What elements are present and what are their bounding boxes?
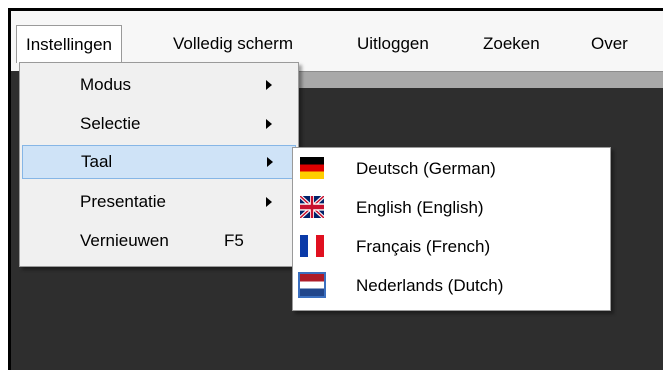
- dropdown-item-label: Modus: [80, 75, 132, 94]
- uk-flag-icon: [300, 196, 324, 218]
- menu-uitloggen[interactable]: Uitloggen: [348, 25, 438, 63]
- dropdown-item-selectie[interactable]: Selectie: [22, 107, 296, 141]
- submenu-arrow-icon: [266, 80, 272, 90]
- menu-zoeken[interactable]: Zoeken: [474, 25, 549, 63]
- language-item-french[interactable]: Français (French): [293, 228, 610, 266]
- dutch-flag-icon: [298, 272, 326, 298]
- dropdown-item-presentatie[interactable]: Presentatie: [22, 185, 296, 219]
- dropdown-item-label: Taal: [81, 152, 113, 171]
- settings-dropdown: Modus Selectie Taal Presentatie Vernieuw…: [19, 62, 299, 267]
- dropdown-item-modus[interactable]: Modus: [22, 68, 296, 102]
- language-label: Nederlands (Dutch): [356, 276, 504, 295]
- dropdown-item-label: Selectie: [80, 114, 141, 133]
- language-item-english[interactable]: English (English): [293, 189, 610, 227]
- dropdown-item-label: Vernieuwen: [80, 231, 169, 250]
- menu-volledig-scherm[interactable]: Volledig scherm: [164, 25, 302, 63]
- app-window: Instellingen Volledig scherm Uitloggen Z…: [8, 8, 663, 370]
- menu-over[interactable]: Over: [582, 25, 637, 63]
- dropdown-item-taal[interactable]: Taal: [22, 145, 296, 179]
- submenu-arrow-icon: [266, 197, 272, 207]
- toolbar-strip: [286, 71, 663, 88]
- language-label: English (English): [356, 198, 484, 217]
- language-submenu: Deutsch (German) English (English) Franç…: [292, 147, 611, 311]
- language-label: Deutsch (German): [356, 159, 496, 178]
- submenu-arrow-icon: [266, 119, 272, 129]
- shortcut-label: F5: [224, 231, 244, 250]
- dropdown-item-vernieuwen[interactable]: Vernieuwen F5: [22, 224, 296, 258]
- german-flag-icon: [300, 157, 324, 179]
- submenu-arrow-icon: [267, 157, 273, 167]
- dropdown-item-label: Presentatie: [80, 192, 166, 211]
- french-flag-icon: [300, 235, 324, 257]
- language-item-dutch[interactable]: Nederlands (Dutch): [293, 267, 610, 305]
- menu-instellingen[interactable]: Instellingen: [16, 25, 123, 63]
- language-item-german[interactable]: Deutsch (German): [293, 150, 610, 188]
- language-label: Français (French): [356, 237, 491, 256]
